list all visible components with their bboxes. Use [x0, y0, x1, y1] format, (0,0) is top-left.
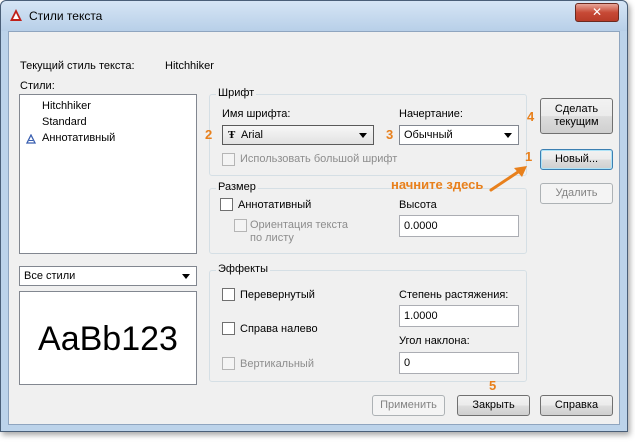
apply-label: Применить [380, 399, 437, 411]
set-current-label-line1: Сделать [554, 103, 599, 115]
close-window-button[interactable]: ✕ [575, 3, 619, 22]
annotation-arrow-icon [489, 166, 527, 192]
font-group: Шрифт Имя шрифта: Ŧ Arial Начертание: Об… [209, 87, 527, 176]
chevron-down-icon [504, 133, 512, 138]
delete-style-button[interactable]: Удалить [540, 183, 613, 204]
set-current-label-line2: текущим [554, 116, 599, 128]
upside-down-label: Перевернутый [240, 289, 315, 301]
style-preview: AaBb123 [19, 291, 197, 385]
orientation-checkbox[interactable] [234, 219, 247, 232]
font-style-value: Обычный [404, 129, 453, 141]
bigfont-label: Использовать большой шрифт [240, 153, 398, 165]
font-name-dropdown[interactable]: Ŧ Arial [222, 125, 374, 145]
style-item-standard[interactable]: Standard [42, 116, 87, 128]
dialog-body: Текущий стиль текста: Hitchhiker Стили: … [8, 31, 620, 425]
vertical-label: Вертикальный [240, 358, 314, 370]
current-style-label: Текущий стиль текста: [20, 60, 135, 72]
vertical-checkbox[interactable] [222, 357, 235, 370]
new-style-button[interactable]: Новый... [540, 149, 613, 170]
width-factor-input[interactable]: 1.0000 [399, 305, 519, 327]
height-input[interactable]: 0.0000 [399, 215, 519, 237]
height-label: Высота [399, 199, 437, 211]
styles-list[interactable]: Hitchhiker Standard Аннотативный [19, 94, 197, 254]
annotation-step-5: 5 [489, 378, 497, 393]
effects-group-title: Эффекты [216, 263, 271, 275]
size-group: Размер Аннотативный Ориентация текста по… [209, 181, 527, 254]
font-name-label: Имя шрифта: [222, 108, 291, 120]
style-item-annotative[interactable]: Аннотативный [42, 132, 115, 144]
close-button[interactable]: Закрыть [457, 395, 530, 416]
annotation-step-3: 3 [386, 127, 394, 142]
effects-group: Эффекты Перевернутый Справа налево Верти… [209, 263, 527, 382]
help-button[interactable]: Справка [540, 395, 613, 416]
close-icon: ✕ [591, 5, 603, 19]
annotative-label: Аннотативный [238, 199, 312, 211]
annotative-checkbox[interactable] [220, 198, 233, 211]
annotation-step-4: 4 [527, 109, 535, 124]
backwards-checkbox[interactable] [222, 322, 235, 335]
new-style-label: Новый... [554, 153, 599, 165]
font-style-label: Начертание: [399, 108, 463, 120]
upside-down-checkbox[interactable] [222, 288, 235, 301]
annotation-step-2: 2 [205, 127, 213, 142]
annotative-icon [26, 134, 36, 144]
set-current-button[interactable]: Сделать текущим [540, 98, 613, 134]
autocad-app-icon [10, 9, 22, 21]
orientation-label-line1: Ориентация текста [250, 219, 349, 231]
size-group-title: Размер [216, 181, 258, 193]
chevron-down-icon [359, 133, 367, 138]
help-label: Справка [554, 399, 599, 411]
window-title: Стили текста [29, 9, 103, 23]
backwards-label: Справа налево [240, 323, 318, 335]
bigfont-checkbox[interactable] [222, 153, 235, 166]
height-value: 0.0000 [404, 220, 438, 232]
font-style-dropdown[interactable]: Обычный [399, 125, 519, 145]
annotation-hint: начните здесь [391, 177, 484, 192]
width-factor-label: Степень растяжения: [399, 289, 509, 301]
oblique-angle-value: 0 [404, 357, 411, 369]
text-style-dialog: Стили текста ✕ Текущий стиль текста: Hit… [0, 0, 628, 432]
current-style-value: Hitchhiker [165, 60, 214, 72]
delete-style-label: Удалить [555, 187, 598, 199]
oblique-angle-input[interactable]: 0 [399, 352, 519, 374]
truetype-font-icon: Ŧ [228, 129, 236, 141]
styles-filter-value: Все стили [24, 270, 76, 282]
chevron-down-icon [182, 274, 190, 279]
apply-button[interactable]: Применить [372, 395, 445, 416]
oblique-angle-label: Угол наклона: [399, 335, 470, 347]
title-bar: Стили текста ✕ [1, 1, 627, 31]
font-name-value: Arial [241, 129, 264, 141]
styles-label: Стили: [20, 80, 55, 92]
orientation-label-line2: по листу [250, 232, 294, 244]
close-label: Закрыть [472, 399, 515, 411]
style-item-hitchhiker[interactable]: Hitchhiker [42, 100, 91, 112]
width-factor-value: 1.0000 [404, 310, 438, 322]
styles-filter-dropdown[interactable]: Все стили [19, 266, 197, 286]
font-group-title: Шрифт [216, 87, 257, 99]
